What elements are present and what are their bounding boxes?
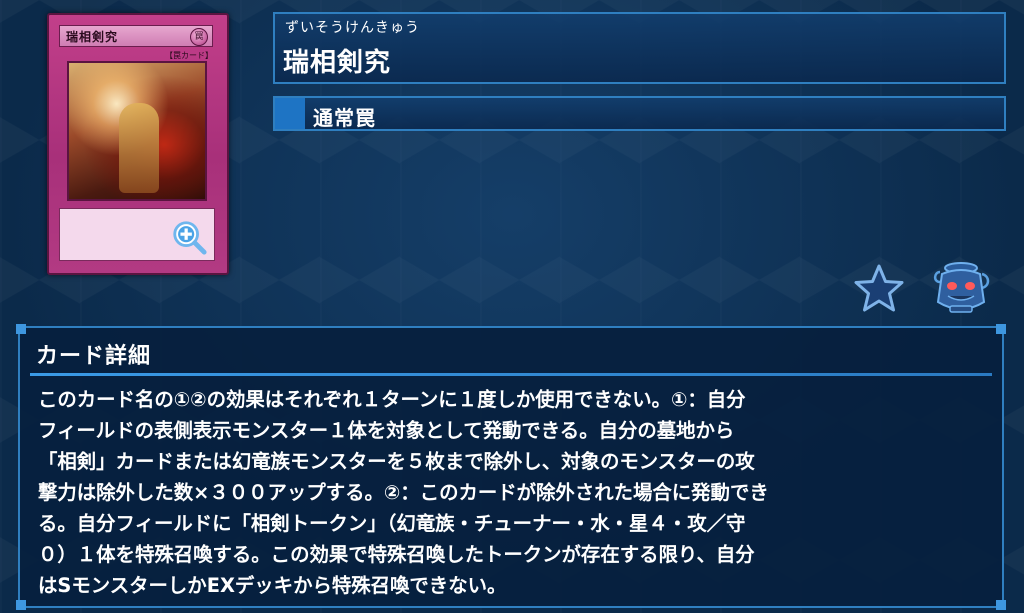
card-effect-text: このカード名の①②の効果はそれぞれ１ターンに１度しか使用できない。①：自分 フィ… [38,384,988,601]
effect-text-line: ０）１体を特殊召喚する。この効果で特殊召喚したトークンが存在する限り、自分 [38,543,755,566]
card-attribute-icon: 罠 [190,28,208,46]
card-name-ruby: ずいそうけんきゅう [285,20,420,36]
panel-corner-marker [16,324,26,334]
pot-of-greed-icon[interactable] [930,260,992,316]
effect-text-line: はSモンスターしかEXデッキから特殊召喚できない。 [38,574,507,597]
card-name-title: 瑞相剣究 [283,48,392,78]
card-artwork [67,61,207,201]
star-icon[interactable] [852,263,906,313]
panel-corner-marker [996,324,1006,334]
card-artwork-figure [119,103,159,193]
effect-text-line: このカード名の①②の効果はそれぞれ１ターンに１度しか使用できない。①：自分 [38,388,746,411]
panel-corner-marker [996,600,1006,610]
card-type-panel: 通常罠 [273,96,1006,131]
zoom-in-icon[interactable] [170,218,208,256]
card-detail-heading: カード詳細 [36,344,152,369]
effect-text-line: る。自分フィールドに「相剣トークン」（幻竜族・チューナー・水・星４・攻／守 [38,512,746,535]
card-image-namebar: 瑞相剣究 罠 [59,25,213,47]
card-detail-panel: カード詳細 このカード名の①②の効果はそれぞれ１ターンに１度しか使用できない。①… [16,324,1006,610]
card-image[interactable]: 瑞相剣究 罠 【罠カード】 [47,13,229,275]
card-image-name: 瑞相剣究 [66,30,119,44]
panel-corner-marker [16,600,26,610]
effect-text-line: 撃力は除外した数×３００アップする。②：このカードが除外された場合に発動でき [38,481,769,504]
effect-text-line: 「相剣」カードまたは幻竜族モンスターを５枚まで除外し、対象のモンスターの攻 [38,450,755,473]
card-image-type-line: 【罠カード】 [165,51,213,60]
card-name-panel: ずいそうけんきゅう 瑞相剣究 [273,12,1006,84]
effect-text-line: フィールドの表側表示モンスター１体を対象として発動できる。自分の墓地から [38,419,735,442]
card-type-marker [275,98,305,129]
card-image-text-box [59,208,215,261]
card-type-label: 通常罠 [313,106,376,130]
card-detail-divider [30,373,992,376]
